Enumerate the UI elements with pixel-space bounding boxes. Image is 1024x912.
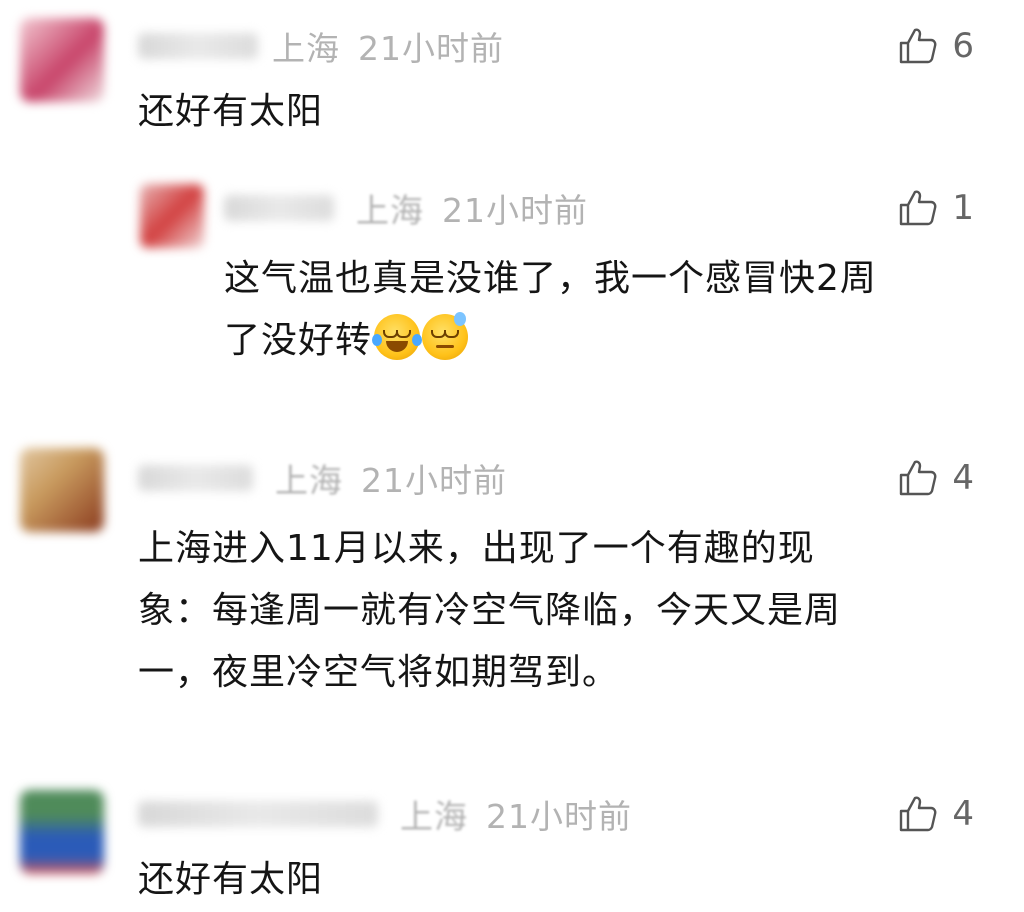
location-label: 上海 (272, 29, 340, 68)
timestamp: 21小时前 (361, 461, 507, 500)
like-button[interactable]: 4 (898, 458, 974, 498)
thumbs-up-icon (900, 460, 937, 496)
comment-text: 上海进入11月以来，出现了一个有趣的现 象：每逢周一就有冷空气降临，今天又是周 … (138, 518, 841, 704)
comment-meta: 上海 21小时前 (138, 794, 632, 836)
comment-text: 还好有太阳 (138, 84, 323, 140)
username[interactable] (224, 195, 334, 221)
timestamp: 21小时前 (486, 797, 632, 836)
comment-line-text: 了没好转 (224, 320, 373, 361)
location-label: 上海 (275, 461, 343, 500)
avatar[interactable] (20, 790, 104, 874)
comment-line: 上海进入11月以来，出现了一个有趣的现 (138, 528, 815, 569)
thumbs-up-icon (900, 796, 937, 832)
comment-line: 象：每逢周一就有冷空气降临，今天又是周 (138, 590, 842, 631)
timestamp: 21小时前 (442, 191, 588, 230)
comment-line: 一，夜里冷空气将如期驾到。 (138, 652, 620, 693)
comment-line: 还好有太阳 (138, 859, 324, 900)
timestamp: 21小时前 (358, 29, 504, 68)
comment-line: 了没好转 (224, 310, 877, 372)
comment-meta: 上海 21小时前 (224, 188, 588, 230)
comment-line: 还好有太阳 (138, 91, 324, 132)
like-count: 4 (952, 458, 974, 498)
comment-meta: 上海 21小时前 (138, 26, 504, 68)
username[interactable] (138, 465, 253, 491)
username[interactable] (138, 801, 378, 827)
sweat-emoji (422, 312, 469, 360)
comment-text: 还好有太阳 (138, 852, 323, 908)
thumbs-up-icon (900, 190, 937, 226)
avatar[interactable] (20, 18, 104, 102)
like-count: 6 (952, 26, 974, 66)
location-label: 上海 (400, 797, 468, 836)
comment-meta: 上海 21小时前 (138, 458, 507, 500)
like-button[interactable]: 4 (898, 794, 974, 834)
avatar[interactable] (140, 184, 204, 248)
like-button[interactable]: 6 (898, 26, 974, 66)
like-count: 4 (952, 794, 974, 834)
laugh-cry-emoji (372, 314, 423, 360)
like-button[interactable]: 1 (898, 188, 974, 228)
location-label: 上海 (356, 191, 424, 230)
avatar[interactable] (20, 448, 104, 532)
comment-line: 这气温也真是没谁了，我一个感冒快2周 (224, 258, 877, 299)
comment-text: 这气温也真是没谁了，我一个感冒快2周 了没好转 (224, 248, 877, 372)
like-count: 1 (952, 188, 974, 228)
thumbs-up-icon (900, 28, 937, 64)
username[interactable] (138, 33, 258, 59)
